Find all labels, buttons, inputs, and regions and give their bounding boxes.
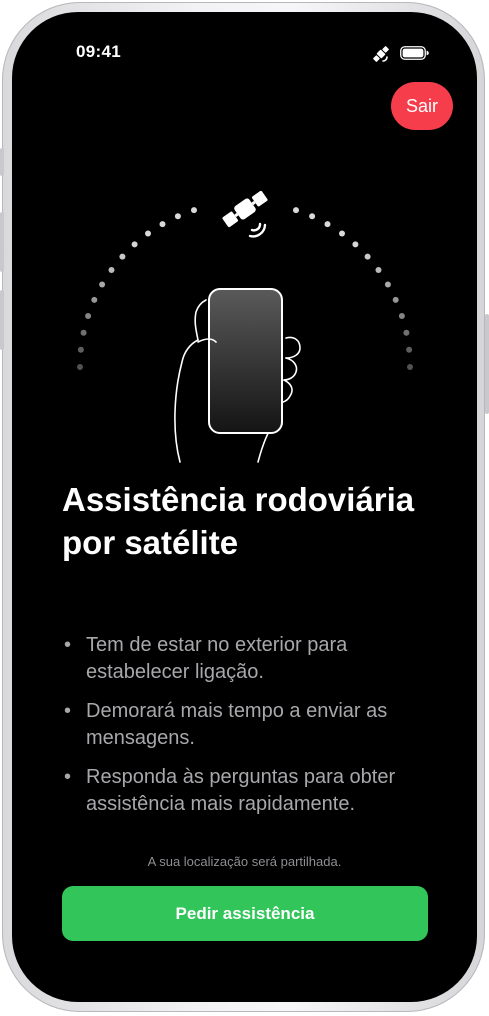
- bullet-icon: •: [64, 766, 72, 788]
- arc-dot-left-12: [77, 364, 83, 370]
- arc-dot-right-8: [392, 296, 399, 303]
- arc-dot-left-5: [119, 253, 126, 260]
- hero-illustration: [77, 190, 413, 463]
- request-assistance-button[interactable]: Pedir assistência: [62, 886, 428, 941]
- arc-dot-right-7: [384, 281, 391, 288]
- location-note: A sua localização será partilhada.: [147, 854, 342, 869]
- status-time: 09:41: [76, 42, 121, 61]
- arc-dot-left-6: [108, 267, 115, 273]
- requirements-list: • Tem de estar no exterior para estabele…: [62, 632, 452, 830]
- arc-dot-right-0: [293, 207, 299, 214]
- side-button-left-3: [0, 290, 4, 350]
- arc-dot-left-9: [85, 313, 92, 319]
- arc-dot-left-2: [159, 221, 166, 228]
- arc-dot-left-7: [99, 281, 106, 288]
- list-item: • Responda às perguntas para obter assis…: [62, 764, 452, 818]
- list-item-text: Responda às perguntas para obter assistê…: [86, 766, 396, 815]
- list-item-text: Tem de estar no exterior para estabelece…: [86, 634, 348, 683]
- side-button-left-2: [0, 212, 4, 272]
- arc-dot-right-3: [339, 230, 345, 237]
- arc-dot-left-3: [145, 230, 151, 237]
- arc-dot-left-4: [131, 241, 138, 248]
- battery-icon: [400, 46, 429, 60]
- list-item: • Tem de estar no exterior para estabele…: [62, 632, 452, 686]
- phone-in-hand: [208, 288, 283, 434]
- arc-dot-right-12: [407, 364, 413, 370]
- arc-dot-right-4: [352, 241, 359, 248]
- bullet-icon: •: [64, 700, 72, 722]
- arc-dot-right-11: [406, 346, 413, 353]
- arc-dot-left-10: [80, 329, 87, 336]
- arc-dot-left-8: [91, 296, 98, 303]
- arc-dot-right-1: [309, 213, 316, 220]
- arc-dot-right-9: [398, 313, 405, 319]
- arc-dot-left-11: [77, 346, 84, 353]
- side-button-right: [485, 314, 489, 414]
- list-item-text: Demorará mais tempo a enviar as mensagen…: [86, 700, 388, 749]
- arc-dot-right-10: [403, 329, 410, 336]
- arc-dot-right-5: [364, 253, 371, 260]
- list-item: • Demorará mais tempo a enviar as mensag…: [62, 698, 452, 752]
- arc-dot-left-0: [191, 207, 197, 214]
- satellite-icon: [222, 190, 268, 228]
- arc-dot-left-1: [174, 213, 181, 220]
- exit-button[interactable]: Sair: [391, 82, 453, 130]
- page-title: Assistência rodoviária por satélite: [62, 481, 415, 561]
- screen: 09:41 Sair Assistência rodoviária por sa…: [12, 12, 477, 1002]
- arc-dot-right-6: [375, 267, 382, 273]
- arc-dot-right-2: [324, 221, 331, 228]
- satellite-icon: [373, 46, 389, 62]
- side-button-left-1: [0, 148, 4, 176]
- bullet-icon: •: [64, 634, 72, 656]
- satellite-signal-icon: [248, 222, 267, 238]
